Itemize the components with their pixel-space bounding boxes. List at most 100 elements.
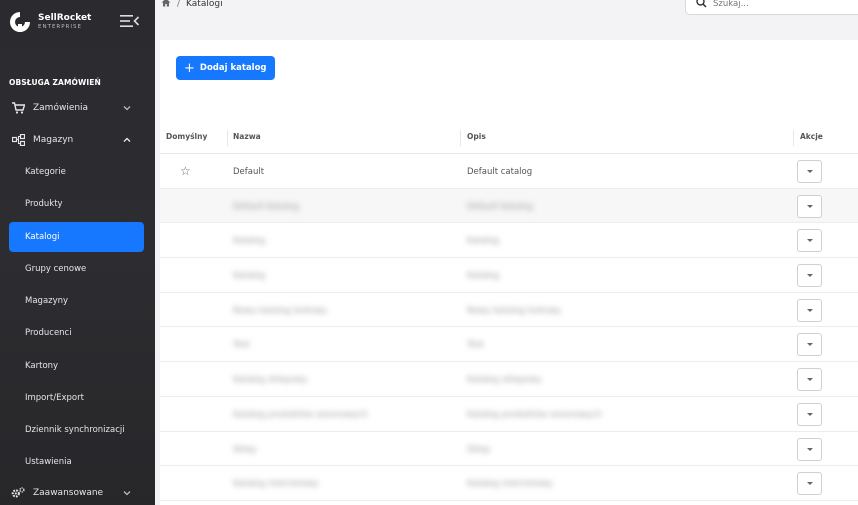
sidebar-subitem-producenci[interactable]: Producenci xyxy=(9,318,144,348)
sidebar-item-label: Magazyn xyxy=(33,135,74,145)
cell-description: Default Katalog xyxy=(467,201,533,212)
caret-down-icon xyxy=(807,170,813,173)
search-input[interactable] xyxy=(713,0,853,9)
sidebar-subitem-label: Katalogi xyxy=(25,232,60,242)
caret-down-icon xyxy=(807,447,813,451)
row-actions-dropdown[interactable] xyxy=(797,402,822,426)
row-actions-dropdown[interactable] xyxy=(797,264,822,288)
gears-icon xyxy=(11,486,25,500)
sidebar-item-label: Zaawansowane xyxy=(33,488,104,498)
sidebar-subitem-label: Grupy cenowe xyxy=(25,264,87,274)
cell-name: Default Katalog xyxy=(233,201,299,212)
caret-down-icon xyxy=(807,482,813,486)
sidebar-subitem-kartony[interactable]: Kartony xyxy=(9,351,144,381)
breadcrumb-current: Katalogi xyxy=(186,0,223,9)
sidebar-item-magazyn[interactable]: Magazyn xyxy=(9,126,144,154)
catalog-table: Domyślny Nazwa Opis Akcje ☆ Default Defa… xyxy=(160,122,858,501)
sidebar-subitem-import-export[interactable]: Import/Export xyxy=(9,383,144,413)
brand-name: SellRocket xyxy=(38,12,92,23)
sidebar: SellRocket ENTERPRISE OBSŁUGA ZAMÓWIEŃ Z… xyxy=(0,0,155,505)
section-title: OBSŁUGA ZAMÓWIEŃ xyxy=(9,78,101,87)
cell-name: Katalog sklepowy xyxy=(233,375,308,386)
column-divider xyxy=(460,130,461,146)
column-divider xyxy=(227,130,228,146)
sidebar-item-zamowienia[interactable]: Zamówienia xyxy=(9,94,144,122)
header-default[interactable]: Domyślny xyxy=(166,132,207,141)
sidebar-subitem-label: Produkty xyxy=(25,199,63,209)
cell-name: Katalog xyxy=(233,236,266,247)
cell-name: Katalog internetowy xyxy=(233,479,319,490)
rocket-logo-icon xyxy=(8,10,32,34)
sidebar-subitem-produkty[interactable]: Produkty xyxy=(9,189,144,219)
column-divider xyxy=(793,130,794,146)
sidebar-subitem-katalogi[interactable]: Katalogi xyxy=(9,222,144,252)
sidebar-subitem-label: Kartony xyxy=(25,361,59,371)
collapse-menu-icon[interactable] xyxy=(120,13,140,29)
sidebar-subitem-label: Producenci xyxy=(25,328,72,338)
sidebar-subitem-label: Magazyny xyxy=(25,296,69,306)
chevron-down-icon xyxy=(122,103,132,113)
cell-name: Default xyxy=(233,167,265,177)
caret-down-icon xyxy=(807,378,813,382)
cell-name: Test xyxy=(233,340,250,351)
row-actions-dropdown[interactable] xyxy=(797,472,822,496)
plus-icon: + xyxy=(184,60,195,76)
header-description[interactable]: Opis xyxy=(467,132,486,141)
caret-down-icon xyxy=(807,412,813,416)
row-actions-dropdown[interactable] xyxy=(797,298,822,322)
cell-description: Katalog xyxy=(467,236,500,247)
row-actions-dropdown[interactable] xyxy=(797,194,822,218)
topbar: / Katalogi xyxy=(155,0,858,40)
content-card: + Dodaj katalog Domyślny Nazwa Opis Akcj… xyxy=(160,40,858,505)
cart-icon xyxy=(11,101,25,115)
cell-name: Katalog xyxy=(233,271,266,282)
row-actions-dropdown[interactable] xyxy=(797,229,822,253)
star-icon[interactable]: ☆ xyxy=(180,164,191,178)
cell-name: Nowy katalog testowy xyxy=(233,305,327,316)
search-box[interactable] xyxy=(685,0,858,15)
add-catalog-label: Dodaj katalog xyxy=(199,63,267,73)
table-header: Domyślny Nazwa Opis Akcje xyxy=(160,122,858,154)
table-row[interactable]: Default Katalog Default Katalog xyxy=(160,188,858,224)
sidebar-subitem-label: Kategorie xyxy=(25,167,66,177)
add-catalog-button[interactable]: + Dodaj katalog xyxy=(176,56,275,80)
cell-description: Katalog sklepowy xyxy=(467,375,542,386)
table-row[interactable]: Katalog produktów sezonowych Katalog pro… xyxy=(160,397,858,432)
cell-description: Default catalog xyxy=(467,167,533,177)
table-row[interactable]: Sklep Sklep xyxy=(160,432,858,467)
row-actions-dropdown[interactable] xyxy=(797,368,822,392)
row-actions-dropdown[interactable] xyxy=(797,160,822,183)
table-row[interactable]: Katalog Katalog xyxy=(160,258,858,293)
sidebar-item-label: Zamówienia xyxy=(33,103,89,113)
search-icon xyxy=(696,0,707,11)
cell-description: Katalog internetowy xyxy=(467,479,553,490)
table-row[interactable]: Test Test xyxy=(160,327,858,363)
caret-down-icon xyxy=(807,343,813,347)
sidebar-item-zaawansowane[interactable]: Zaawansowane xyxy=(9,479,144,505)
caret-down-icon xyxy=(807,204,813,208)
row-actions-dropdown[interactable] xyxy=(797,437,822,461)
sidebar-subitem-kategorie[interactable]: Kategorie xyxy=(9,157,144,187)
table-row[interactable]: Katalog internetowy Katalog internetowy xyxy=(160,466,858,501)
brand-logo[interactable]: SellRocket ENTERPRISE xyxy=(8,10,91,34)
cell-description: Nowy katalog testowy xyxy=(467,305,561,316)
table-row[interactable]: Katalog sklepowy Katalog sklepowy xyxy=(160,362,858,397)
cell-description: Katalog xyxy=(467,271,500,282)
cell-description: Sklep xyxy=(467,444,491,455)
sidebar-subitem-grupy-cenowe[interactable]: Grupy cenowe xyxy=(9,254,144,284)
sidebar-subitem-dziennik-synchronizacji[interactable]: Dziennik synchronizacji xyxy=(9,415,144,445)
table-row[interactable]: Katalog Katalog xyxy=(160,223,858,259)
cell-name: Sklep xyxy=(233,444,257,455)
table-row[interactable]: ☆ Default Default catalog xyxy=(160,154,858,189)
sidebar-subitem-magazyny[interactable]: Magazyny xyxy=(9,286,144,316)
cell-description: Katalog produktów sezonowych xyxy=(467,409,602,420)
sidebar-subitem-label: Ustawienia xyxy=(25,457,72,467)
table-row[interactable]: Nowy katalog testowy Nowy katalog testow… xyxy=(160,293,858,328)
row-actions-dropdown[interactable] xyxy=(797,333,822,357)
chevron-down-icon xyxy=(122,488,132,498)
home-icon[interactable] xyxy=(161,0,171,10)
sidebar-subitem-ustawienia[interactable]: Ustawienia xyxy=(9,447,144,477)
breadcrumb-separator: / xyxy=(177,0,181,9)
header-actions: Akcje xyxy=(800,132,823,141)
header-name[interactable]: Nazwa xyxy=(233,132,261,141)
